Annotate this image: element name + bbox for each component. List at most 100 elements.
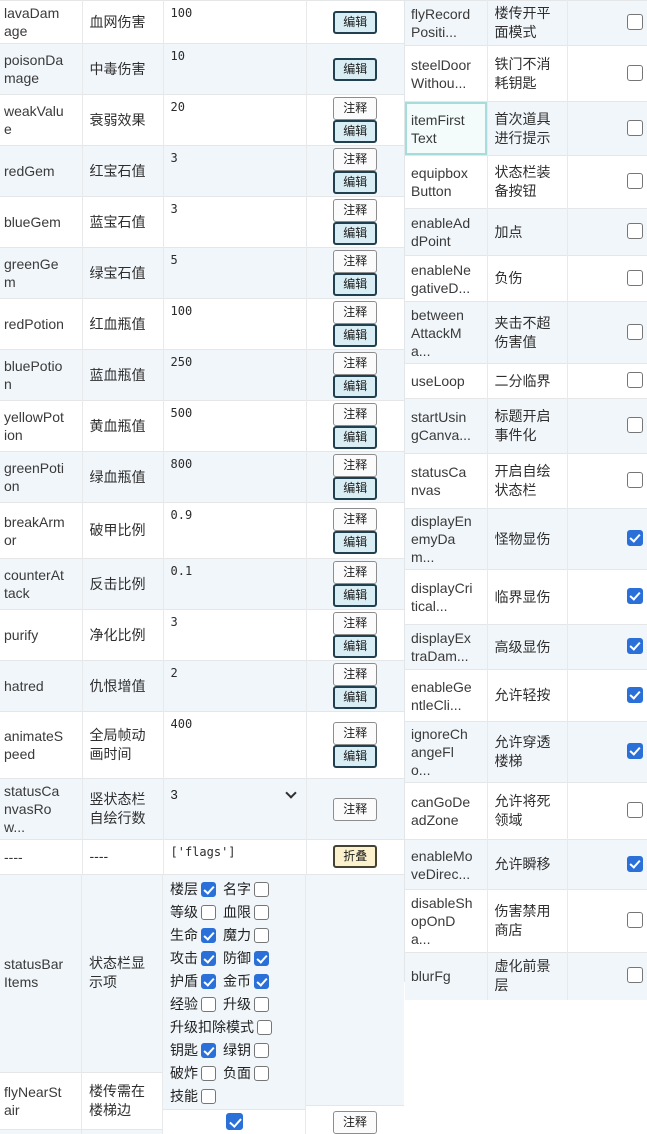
comment-button[interactable]: 注释 [333,148,377,171]
comment-button[interactable]: 注释 [333,561,377,584]
edit-button[interactable]: 编辑 [333,120,377,143]
setting-value: 3 [171,151,178,165]
flag-checkbox[interactable] [627,638,643,654]
fly-near-stair-checkbox[interactable] [226,1113,243,1130]
comment-button[interactable]: 注释 [333,798,377,821]
status-item-checkbox[interactable] [254,1066,269,1081]
setting-desc: 中毒伤害 [82,44,163,95]
flag-checkbox-cell [567,509,647,570]
comment-button[interactable]: 注释 [333,508,377,531]
edit-button[interactable]: 编辑 [333,745,377,768]
flag-checkbox[interactable] [627,372,643,388]
status-item-checkbox[interactable] [201,1043,216,1058]
status-item-checkbox[interactable] [254,905,269,920]
setting-row: poisonDa mage中毒伤害10编辑 [0,44,404,95]
comment-button[interactable]: 注释 [333,663,377,686]
flag-checkbox-cell [567,953,647,1000]
fold-button[interactable]: 折叠 [333,845,377,868]
comment-button[interactable]: 注释 [333,612,377,635]
setting-key: bluePotio n [0,350,82,401]
status-item-checkbox[interactable] [254,1043,269,1058]
status-item-checkbox[interactable] [201,905,216,920]
edit-button[interactable]: 编辑 [333,426,377,449]
flag-checkbox[interactable] [627,912,643,928]
status-item-checkbox[interactable] [254,882,269,897]
edit-button[interactable]: 编辑 [333,584,377,607]
setting-value-cell: 5 [163,248,306,299]
setting-key: purify [0,610,82,661]
flag-checkbox[interactable] [627,270,643,286]
comment-button[interactable]: 注释 [333,199,377,222]
status-item: 等级 [170,903,216,922]
edit-button[interactable]: 编辑 [333,222,377,245]
setting-row: --------['flags']折叠 [0,840,404,874]
flag-key: canGoDe adZone [405,783,487,840]
flag-checkbox[interactable] [627,65,643,81]
edit-button[interactable]: 编辑 [333,171,377,194]
flag-checkbox[interactable] [627,802,643,818]
status-item-checkbox[interactable] [201,974,216,989]
edit-button[interactable]: 编辑 [333,324,377,347]
status-item-label: 楼层 [170,880,198,899]
flag-checkbox-cell [567,454,647,509]
comment-button[interactable]: 注释 [333,301,377,324]
comment-button[interactable]: 注释 [333,722,377,745]
flag-checkbox[interactable] [627,14,643,30]
status-item-checkbox[interactable] [201,882,216,897]
setting-key: statusCa nvasRo w... [0,779,82,840]
flag-row: displayCri tical...临界显伤 [405,570,647,625]
edit-button[interactable]: 编辑 [333,11,377,34]
status-item-checkbox[interactable] [201,951,216,966]
status-item-checkbox[interactable] [257,1020,272,1035]
flag-checkbox[interactable] [627,743,643,759]
edit-button[interactable]: 编辑 [333,531,377,554]
comment-button[interactable]: 注释 [333,97,377,120]
flag-row: itemFirst Text首次道具 进行提示 [405,102,647,156]
flag-checkbox[interactable] [627,588,643,604]
status-item-label: 经验 [170,995,198,1014]
flag-checkbox[interactable] [627,967,643,983]
status-item-checkbox[interactable] [201,997,216,1012]
edit-button[interactable]: 编辑 [333,375,377,398]
status-item-checkbox[interactable] [254,997,269,1012]
setting-desc: 破甲比例 [82,503,163,559]
edit-button[interactable]: 编辑 [333,686,377,709]
comment-button[interactable]: 注释 [333,1111,377,1134]
flag-checkbox[interactable] [627,223,643,239]
flag-checkbox[interactable] [627,530,643,546]
comment-button[interactable]: 注释 [333,403,377,426]
flag-checkbox[interactable] [627,417,643,433]
edit-button[interactable]: 编辑 [333,273,377,296]
status-item-label: 等级 [170,903,198,922]
flag-checkbox-cell [567,102,647,156]
edit-button[interactable]: 编辑 [333,58,377,81]
setting-row: animateS peed全局帧动 画时间400注释编辑 [0,712,404,779]
status-item-label: 血限 [223,903,251,922]
status-item-checkbox[interactable] [201,928,216,943]
flag-checkbox[interactable] [627,687,643,703]
status-item-checkbox[interactable] [201,1089,216,1104]
status-item-checkbox[interactable] [254,951,269,966]
flag-checkbox[interactable] [627,856,643,872]
comment-button[interactable]: 注释 [333,352,377,375]
edit-button[interactable]: 编辑 [333,477,377,500]
flag-checkbox[interactable] [627,120,643,136]
status-item-checkbox[interactable] [201,1066,216,1081]
flag-checkbox-cell [567,783,647,840]
status-item-checkbox[interactable] [254,928,269,943]
comment-button[interactable]: 注释 [333,454,377,477]
status-item-label: 绿钥 [223,1041,251,1060]
flag-key: enableAd dPoint [405,209,487,256]
flag-checkbox[interactable] [627,324,643,340]
flag-desc: 允许将死 领域 [487,783,567,840]
chevron-down-icon [285,787,296,798]
status-item-label: 生命 [170,926,198,945]
status-canvas-rows-select[interactable]: 3 [171,784,301,802]
edit-button[interactable]: 编辑 [333,635,377,658]
flag-checkbox[interactable] [627,472,643,488]
flag-checkbox[interactable] [627,173,643,189]
setting-value: 10 [171,49,185,63]
comment-button[interactable]: 注释 [333,250,377,273]
status-item-checkbox[interactable] [254,974,269,989]
flag-desc: 铁门不消 耗钥匙 [487,46,567,102]
